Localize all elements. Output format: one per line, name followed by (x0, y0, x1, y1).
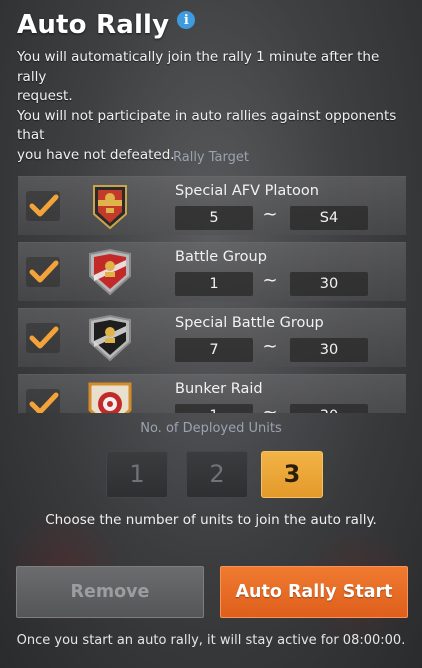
auto-rally-start-button[interactable]: Auto Rally Start (220, 566, 408, 618)
level-to-field[interactable]: S4 (290, 206, 368, 230)
range-separator: ~ (262, 402, 278, 413)
page-title: Auto Rally (17, 10, 170, 40)
level-to-field[interactable]: 30 (290, 338, 368, 362)
target-checkbox[interactable] (26, 323, 60, 353)
level-to-field[interactable]: 30 (290, 404, 368, 413)
unit-option-2[interactable]: 2 (186, 451, 248, 498)
remove-button[interactable]: Remove (16, 566, 204, 618)
checkmark-icon (29, 260, 59, 283)
target-checkbox[interactable] (26, 191, 60, 221)
target-checkbox[interactable] (26, 257, 60, 287)
target-name: Battle Group (175, 249, 267, 265)
afv-emblem-icon (93, 185, 127, 230)
rally-target-row[interactable]: Battle Group 1 ~ 30 (18, 242, 406, 301)
rally-target-label: Rally Target (173, 150, 249, 165)
rally-target-list[interactable]: Special AFV Platoon 5 ~ S4 Battle Group … (18, 176, 406, 413)
range-separator: ~ (262, 336, 278, 357)
rally-target-row[interactable]: Special AFV Platoon 5 ~ S4 (18, 176, 406, 235)
level-from-field[interactable]: 1 (175, 272, 253, 296)
special-battle-group-emblem-icon (89, 314, 131, 362)
bunker-raid-emblem-icon (88, 382, 132, 413)
description-line: You will automatically join the rally 1 … (17, 49, 380, 85)
range-separator: ~ (262, 204, 278, 225)
level-from-field[interactable]: 5 (175, 206, 253, 230)
checkmark-icon (29, 194, 59, 217)
target-name: Special Battle Group (175, 315, 324, 331)
header: Auto Rally i You will automatically join… (17, 10, 412, 165)
rally-target-row[interactable]: Bunker Raid 1 ~ 30 (18, 374, 406, 413)
title-row: Auto Rally i (17, 10, 412, 40)
unit-option-1[interactable]: 1 (106, 451, 168, 498)
unit-option-3[interactable]: 3 (261, 451, 323, 498)
target-name: Bunker Raid (175, 381, 263, 397)
target-name: Special AFV Platoon (175, 183, 319, 199)
description: You will automatically join the rally 1 … (17, 48, 412, 165)
level-from-field[interactable]: 7 (175, 338, 253, 362)
info-icon[interactable]: i (177, 11, 196, 29)
units-note: Choose the number of units to join the a… (45, 512, 377, 528)
checkmark-icon (29, 392, 59, 413)
description-line: request. (17, 88, 73, 104)
checkmark-icon (29, 326, 59, 349)
description-line: You will not participate in auto rallies… (17, 107, 397, 144)
rally-target-row[interactable]: Special Battle Group 7 ~ 30 (18, 308, 406, 367)
deployed-units-label: No. of Deployed Units (140, 421, 282, 436)
range-separator: ~ (262, 270, 278, 291)
level-to-field[interactable]: 30 (290, 272, 368, 296)
level-from-field[interactable]: 1 (175, 404, 253, 413)
footer-note: Once you start an auto rally, it will st… (16, 633, 406, 648)
target-checkbox[interactable] (26, 389, 60, 413)
battle-group-emblem-icon (89, 248, 131, 296)
